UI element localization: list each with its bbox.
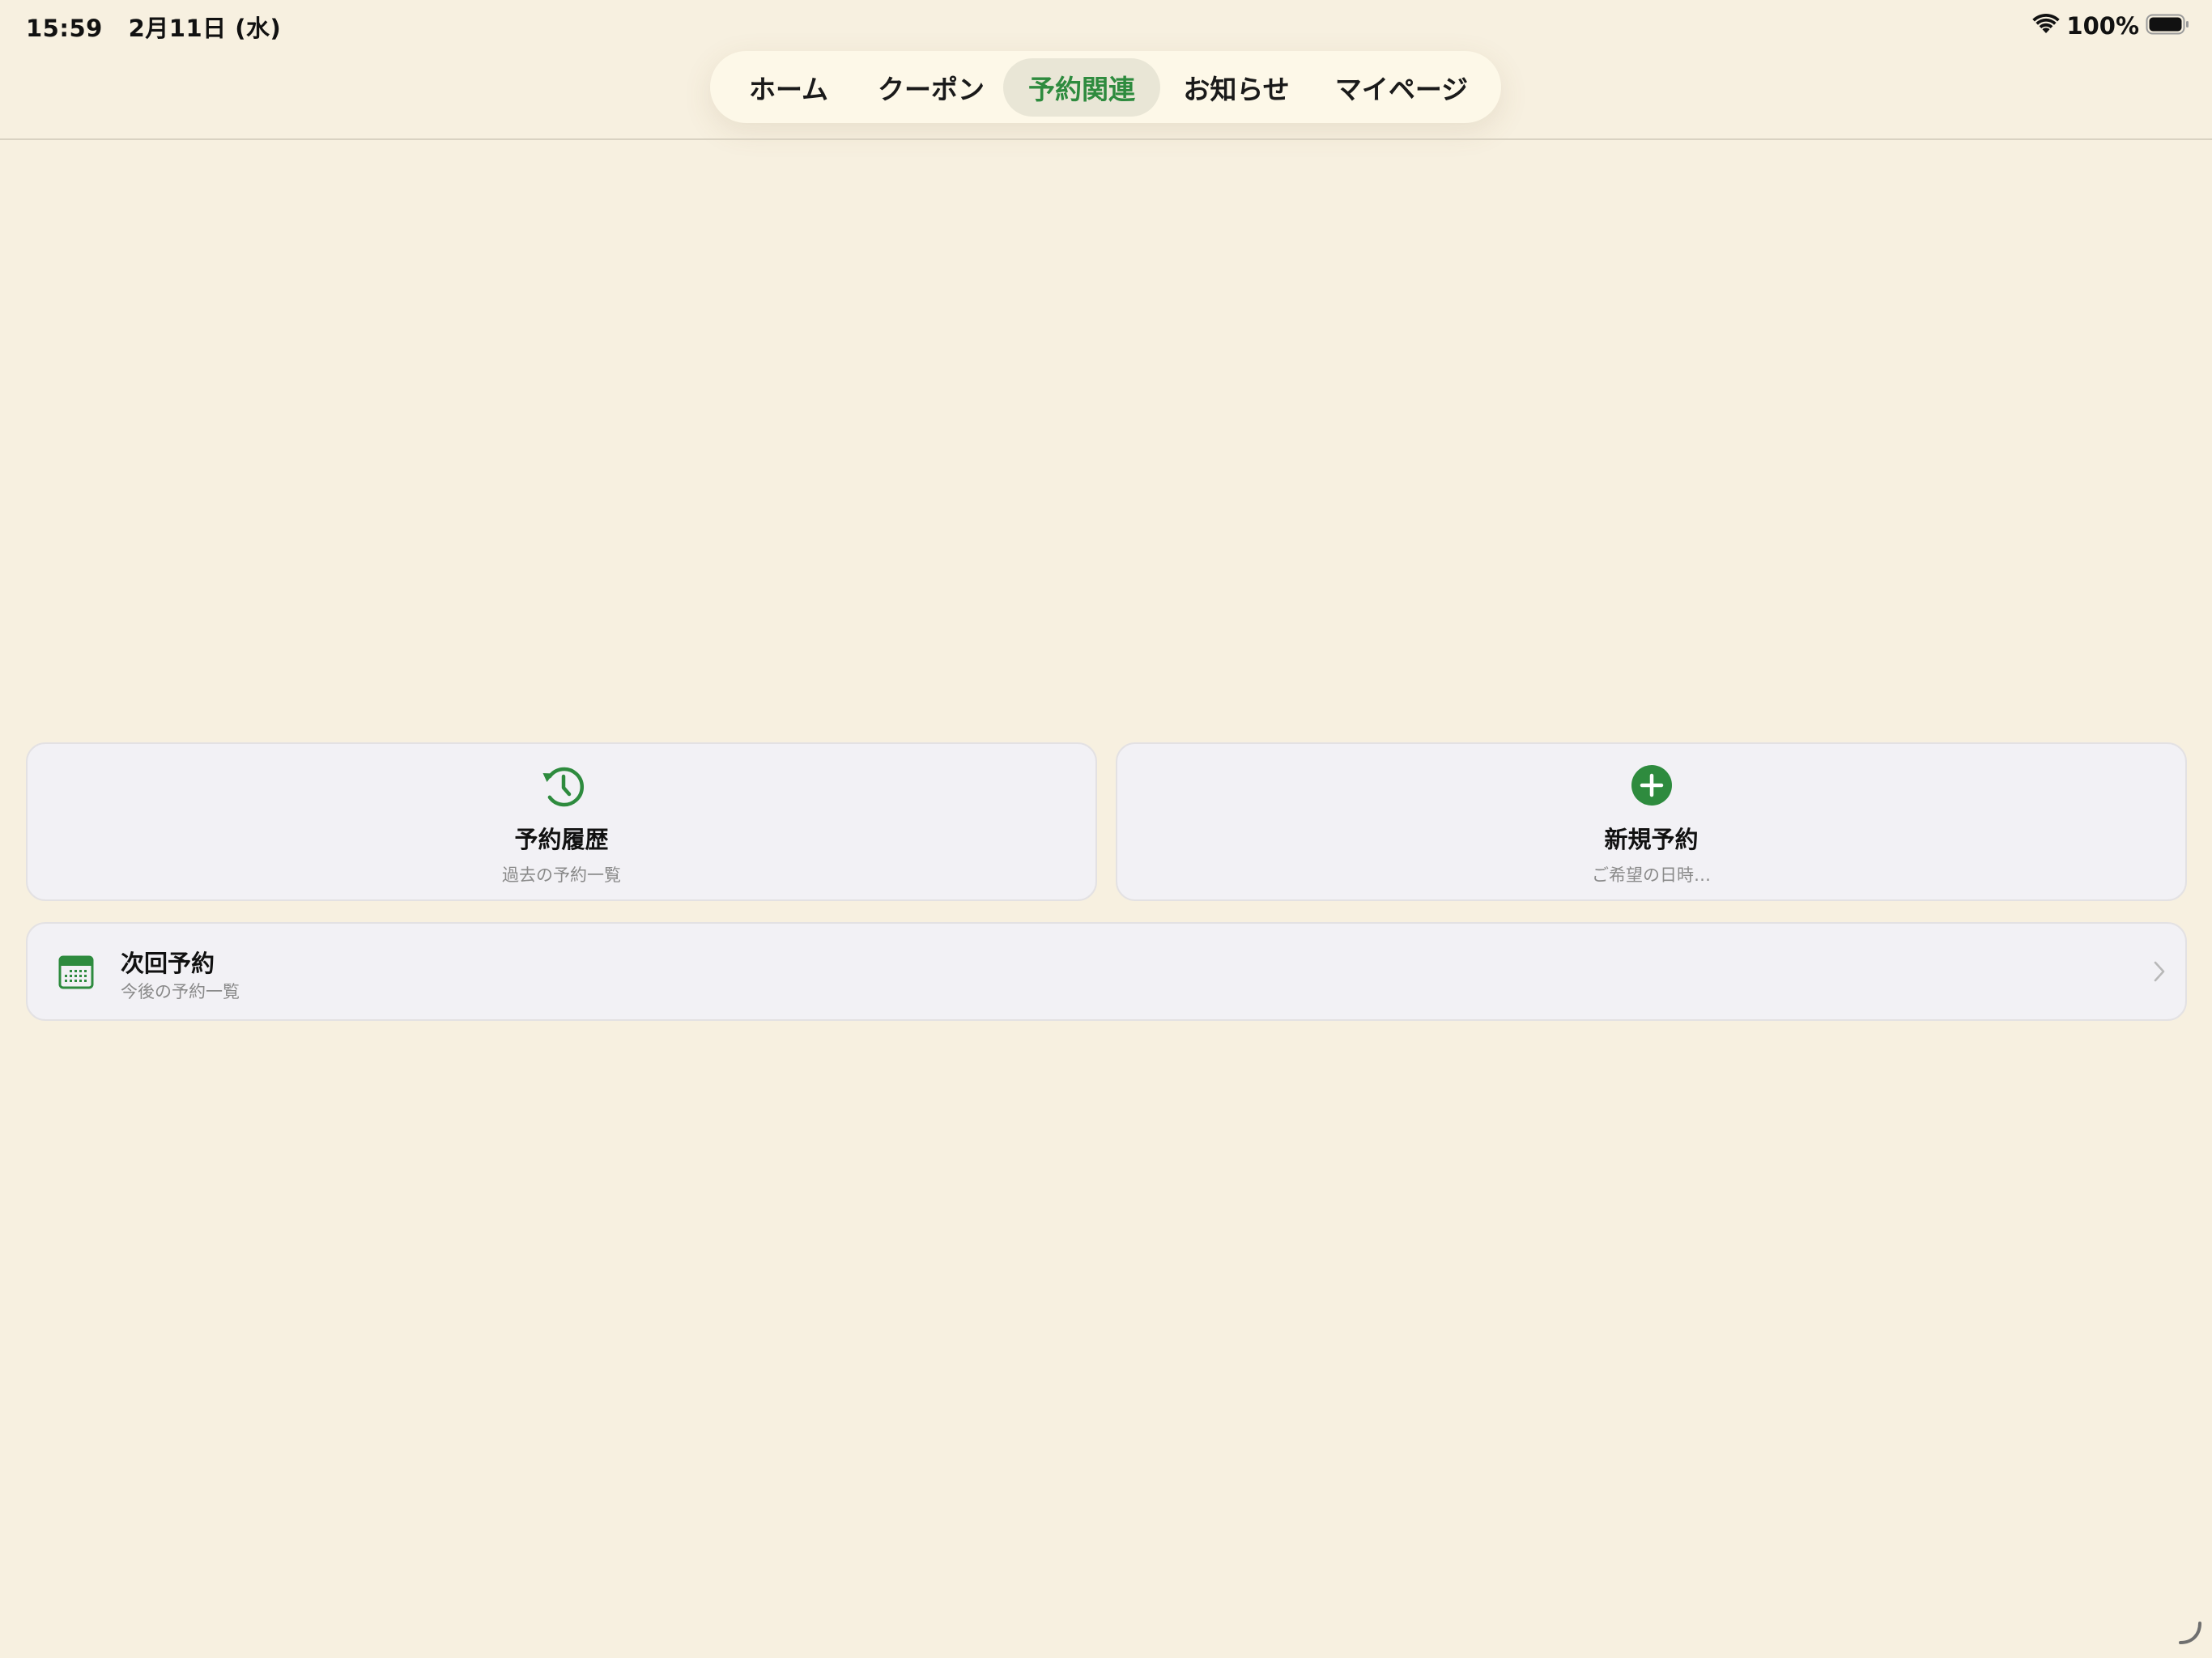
new-icon-wrap (1117, 764, 2185, 810)
tab-mypage[interactable]: マイページ (1312, 58, 1491, 117)
new-reservation-subtitle: ご希望の日時… (1592, 865, 1711, 885)
tab-bar: ホーム クーポン 予約関連 お知らせ マイページ (710, 51, 1501, 123)
tab-news[interactable]: お知らせ (1160, 58, 1312, 117)
history-clock-icon (539, 764, 585, 813)
new-reservation-card[interactable]: 新規予約 ご希望の日時… (1116, 742, 2187, 901)
reservation-history-title: 予約履歴 (514, 826, 609, 853)
status-bar: 15:59 2月11日 (水) 100% (0, 0, 2212, 52)
tab-home[interactable]: ホーム (718, 58, 859, 117)
wifi-icon (2032, 14, 2061, 38)
new-reservation-title: 新規予約 (1604, 826, 1699, 853)
header-divider (0, 138, 2212, 140)
status-date: 2月11日 (水) (128, 15, 282, 42)
tab-coupon[interactable]: クーポン (859, 58, 1003, 117)
reservation-history-subtitle: 過去の予約一覧 (502, 865, 621, 885)
history-icon-wrap (28, 764, 1095, 813)
status-right: 100% (2032, 10, 2189, 42)
plus-circle-icon (1631, 764, 1673, 810)
status-time-clock: 15:59 (26, 15, 103, 42)
calendar-icon (58, 954, 94, 993)
window-resize-handle-icon[interactable] (2178, 1621, 2202, 1648)
status-time: 15:59 2月11日 (水) (26, 10, 281, 44)
tab-reservations[interactable]: 予約関連 (1003, 57, 1160, 117)
reservation-history-card[interactable]: 予約履歴 過去の予約一覧 (26, 742, 1097, 901)
next-reservation-row[interactable]: 次回予約 今後の予約一覧 (26, 922, 2187, 1021)
battery-percentage: 100% (2066, 12, 2139, 40)
chevron-right-icon (2153, 960, 2166, 986)
battery-icon (2146, 14, 2189, 38)
next-reservation-title: 次回予約 (121, 950, 215, 977)
next-reservation-subtitle: 今後の予約一覧 (121, 982, 240, 1001)
